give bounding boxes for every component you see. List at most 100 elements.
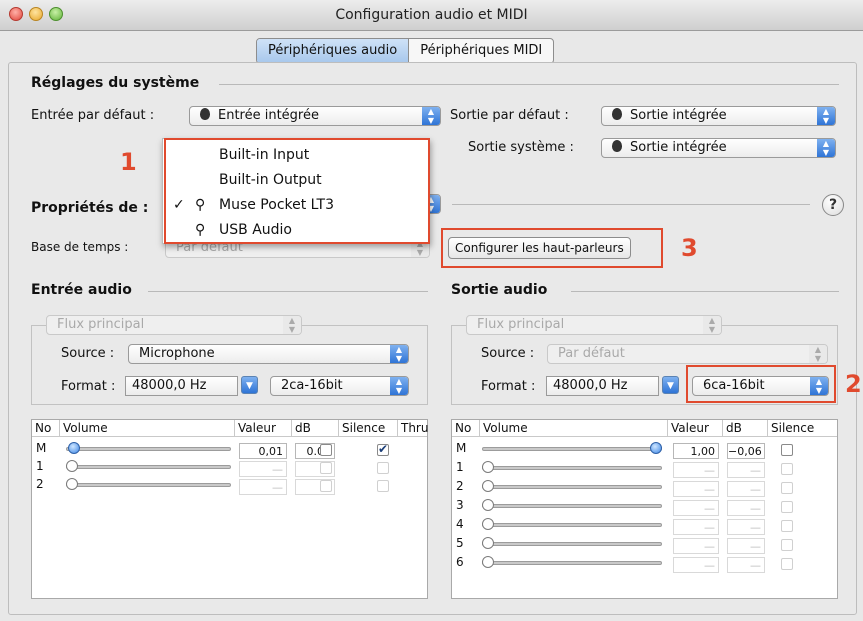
db-field[interactable]: —: [727, 557, 765, 573]
channel-number: M: [456, 441, 467, 455]
popup-arrows-icon: ▲▼: [817, 139, 835, 157]
value-field[interactable]: 1,00: [673, 443, 719, 459]
value-field[interactable]: —: [239, 461, 287, 477]
volume-slider-knob[interactable]: [482, 480, 494, 492]
thru-checkbox[interactable]: ✔: [377, 443, 389, 456]
popup-arrows-icon: ▲▼: [422, 107, 440, 125]
input-stream-popup[interactable]: Flux principal ▲ ▼: [46, 315, 302, 335]
column-header: Valeur: [235, 420, 292, 437]
output-rate-dropdown[interactable]: ▼: [662, 376, 679, 394]
input-source-label: Source :: [61, 346, 115, 361]
output-stream-popup[interactable]: Flux principal ▲ ▼: [466, 315, 722, 335]
channel-number: M: [36, 441, 47, 455]
column-header: No: [452, 420, 480, 437]
silence-checkbox[interactable]: [781, 463, 793, 475]
silence-checkbox[interactable]: [320, 444, 332, 456]
channel-number: 3: [456, 498, 464, 512]
default-input-popup[interactable]: Entrée intégrée ▲ ▼: [189, 106, 441, 126]
input-stream-value: Flux principal: [57, 317, 145, 332]
tab-midi-devices[interactable]: Périphériques MIDI: [409, 39, 553, 63]
output-source-popup[interactable]: Par défaut ▲ ▼: [547, 344, 828, 364]
timebase-label: Base de temps :: [31, 240, 129, 254]
channel-number: 1: [36, 459, 44, 473]
system-output-popup[interactable]: Sortie intégrée ▲ ▼: [601, 138, 836, 158]
volume-slider-knob[interactable]: [482, 499, 494, 511]
volume-slider-knob[interactable]: [482, 537, 494, 549]
annotation-label-2: 2: [845, 370, 862, 398]
volume-track: [482, 561, 662, 565]
value-field[interactable]: —: [673, 557, 719, 573]
volume-slider-knob[interactable]: [482, 556, 494, 568]
output-format-label: Format :: [481, 379, 536, 394]
default-input-value: Entrée intégrée: [218, 108, 319, 123]
value-field[interactable]: —: [673, 481, 719, 497]
db-field[interactable]: —: [727, 481, 765, 497]
default-input-label: Entrée par défaut :: [31, 108, 155, 123]
help-button[interactable]: ?: [822, 194, 844, 216]
popup-arrows-icon: ▲▼: [283, 316, 301, 334]
input-bits-popup[interactable]: 2ca-16bit ▲ ▼: [270, 376, 409, 396]
db-field[interactable]: −0,06: [727, 443, 765, 459]
apple-icon: [200, 108, 210, 120]
annotation-label-3: 3: [681, 234, 698, 262]
value-field[interactable]: —: [673, 538, 719, 554]
tab-audio-devices[interactable]: Périphériques audio: [257, 39, 410, 63]
volume-slider-knob[interactable]: [482, 461, 494, 473]
db-field[interactable]: —: [727, 538, 765, 554]
input-format-label: Format :: [61, 379, 116, 394]
value-field[interactable]: 0,01: [239, 443, 287, 459]
divider: [219, 84, 839, 85]
volume-slider-knob[interactable]: [650, 442, 662, 454]
annotation-box-2: [686, 365, 836, 403]
silence-checkbox[interactable]: [781, 539, 793, 551]
silence-checkbox[interactable]: [781, 520, 793, 532]
output-rate-combo[interactable]: 48000,0 Hz: [546, 376, 659, 396]
default-output-popup[interactable]: Sortie intégrée ▲ ▼: [601, 106, 836, 126]
thru-checkbox[interactable]: [377, 462, 389, 474]
value-field[interactable]: —: [239, 479, 287, 495]
volume-track: [482, 485, 662, 489]
db-field[interactable]: —: [727, 519, 765, 535]
channel-number: 2: [456, 479, 464, 493]
volume-track: [482, 542, 662, 546]
system-output-value: Sortie intégrée: [630, 140, 727, 155]
title-bar: Configuration audio et MIDI: [0, 0, 863, 31]
silence-checkbox[interactable]: [320, 462, 332, 474]
output-source-value: Par défaut: [558, 346, 625, 361]
input-source-popup[interactable]: Microphone ▲ ▼: [128, 344, 409, 364]
output-source-label: Source :: [481, 346, 535, 361]
db-field[interactable]: —: [727, 462, 765, 478]
silence-checkbox[interactable]: [781, 444, 793, 456]
column-header: Volume: [480, 420, 668, 437]
input-rate-value: 48000,0 Hz: [132, 378, 207, 393]
silence-checkbox[interactable]: [781, 501, 793, 513]
input-rate-combo[interactable]: 48000,0 Hz: [125, 376, 238, 396]
audio-input-header: Entrée audio: [31, 282, 132, 298]
column-header: Volume: [60, 420, 235, 437]
volume-track: [482, 523, 662, 527]
annotation-box-1: [164, 138, 430, 244]
thru-checkbox[interactable]: [377, 480, 389, 492]
silence-checkbox[interactable]: [781, 482, 793, 494]
column-header: dB: [723, 420, 768, 437]
silence-checkbox[interactable]: [320, 480, 332, 492]
apple-icon: [612, 140, 622, 152]
column-header: dB: [292, 420, 339, 437]
input-rate-dropdown[interactable]: ▼: [241, 376, 258, 394]
value-field[interactable]: —: [673, 462, 719, 478]
popup-arrows-icon: ▲▼: [390, 377, 408, 395]
value-field[interactable]: —: [673, 519, 719, 535]
channel-number: 5: [456, 536, 464, 550]
volume-slider-knob[interactable]: [68, 442, 80, 454]
volume-slider-knob[interactable]: [66, 460, 78, 472]
channel-number: 2: [36, 477, 44, 491]
output-stream-value: Flux principal: [477, 317, 565, 332]
value-field[interactable]: —: [673, 500, 719, 516]
db-field[interactable]: —: [727, 500, 765, 516]
volume-slider-knob[interactable]: [66, 478, 78, 490]
channel-number: 1: [456, 460, 464, 474]
volume-slider-knob[interactable]: [482, 518, 494, 530]
silence-checkbox[interactable]: [781, 558, 793, 570]
device-tabs: Périphériques audio Périphériques MIDI: [256, 38, 555, 64]
divider: [571, 291, 839, 292]
